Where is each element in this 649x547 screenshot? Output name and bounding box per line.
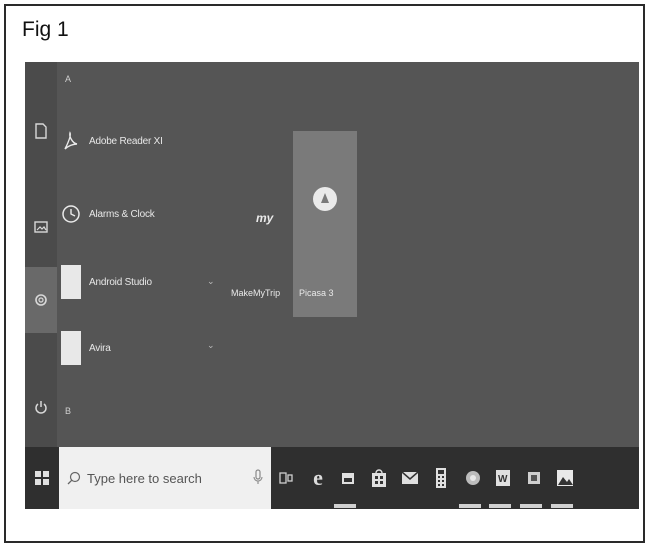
page-background-strip: [25, 509, 639, 524]
picasa-icon: [313, 187, 337, 211]
app-label: Adobe Reader XI: [89, 135, 163, 147]
settings-icon: [35, 294, 47, 306]
figure-caption: Fig 1: [22, 18, 69, 41]
mail-icon[interactable]: [399, 461, 421, 495]
documents-rail-button[interactable]: [25, 106, 57, 156]
power-rail-button[interactable]: [25, 382, 57, 432]
file-explorer-icon[interactable]: [337, 461, 359, 495]
search-box[interactable]: [59, 447, 271, 509]
edge-icon[interactable]: e: [307, 461, 329, 495]
active-indicator: [334, 504, 356, 508]
app-item-adobe-reader[interactable]: Adobe Reader XI: [61, 117, 221, 165]
pictures-icon: [34, 221, 48, 233]
section-letter-a[interactable]: A: [65, 74, 71, 84]
tile-makemytrip[interactable]: my MakeMyTrip: [231, 131, 291, 317]
calculator-icon[interactable]: [430, 461, 452, 495]
document-icon: [35, 123, 47, 139]
makemytrip-icon: my: [256, 211, 274, 225]
tile-label: Picasa 3: [299, 288, 334, 298]
active-indicator: [459, 504, 481, 508]
active-indicator: [520, 504, 542, 508]
folder-icon: [61, 265, 81, 299]
section-letter-b[interactable]: B: [65, 406, 71, 416]
store-icon[interactable]: [368, 461, 390, 495]
word-icon[interactable]: W: [492, 461, 514, 495]
app-item-avira[interactable]: Avira: [61, 324, 221, 372]
app-icon[interactable]: [523, 461, 545, 495]
start-menu-screenshot: A Adobe Reader XI Alarms & Clock Android…: [25, 62, 639, 524]
task-view-icon[interactable]: [275, 461, 297, 495]
svg-text:W: W: [498, 474, 508, 485]
app-label: Android Studio: [89, 276, 152, 288]
active-indicator: [551, 504, 573, 508]
chrome-icon[interactable]: [462, 461, 484, 495]
power-icon: [35, 401, 47, 414]
chevron-down-icon[interactable]: ⌄: [207, 340, 215, 351]
app-item-android-studio[interactable]: Android Studio: [61, 258, 221, 306]
adobe-reader-icon: [61, 124, 81, 158]
active-indicator: [489, 504, 511, 508]
start-menu-rail: [25, 62, 57, 447]
tile-picasa[interactable]: Picasa 3: [293, 131, 357, 317]
start-button[interactable]: [25, 447, 59, 509]
taskbar: e W: [25, 447, 639, 509]
settings-rail-button[interactable]: [25, 267, 57, 333]
chevron-down-icon[interactable]: ⌄: [207, 276, 215, 287]
app-item-alarms-clock[interactable]: Alarms & Clock: [61, 190, 221, 238]
windows-icon: [35, 471, 49, 485]
photos-icon[interactable]: [554, 461, 576, 495]
microphone-icon[interactable]: [253, 469, 263, 485]
search-icon: [67, 471, 81, 485]
tile-label: MakeMyTrip: [231, 288, 281, 298]
folder-icon: [61, 331, 81, 365]
alarm-clock-icon: [61, 197, 81, 231]
pictures-rail-button[interactable]: [25, 202, 57, 252]
search-input[interactable]: [87, 470, 237, 486]
app-label: Alarms & Clock: [89, 208, 155, 220]
app-label: Avira: [89, 342, 111, 354]
